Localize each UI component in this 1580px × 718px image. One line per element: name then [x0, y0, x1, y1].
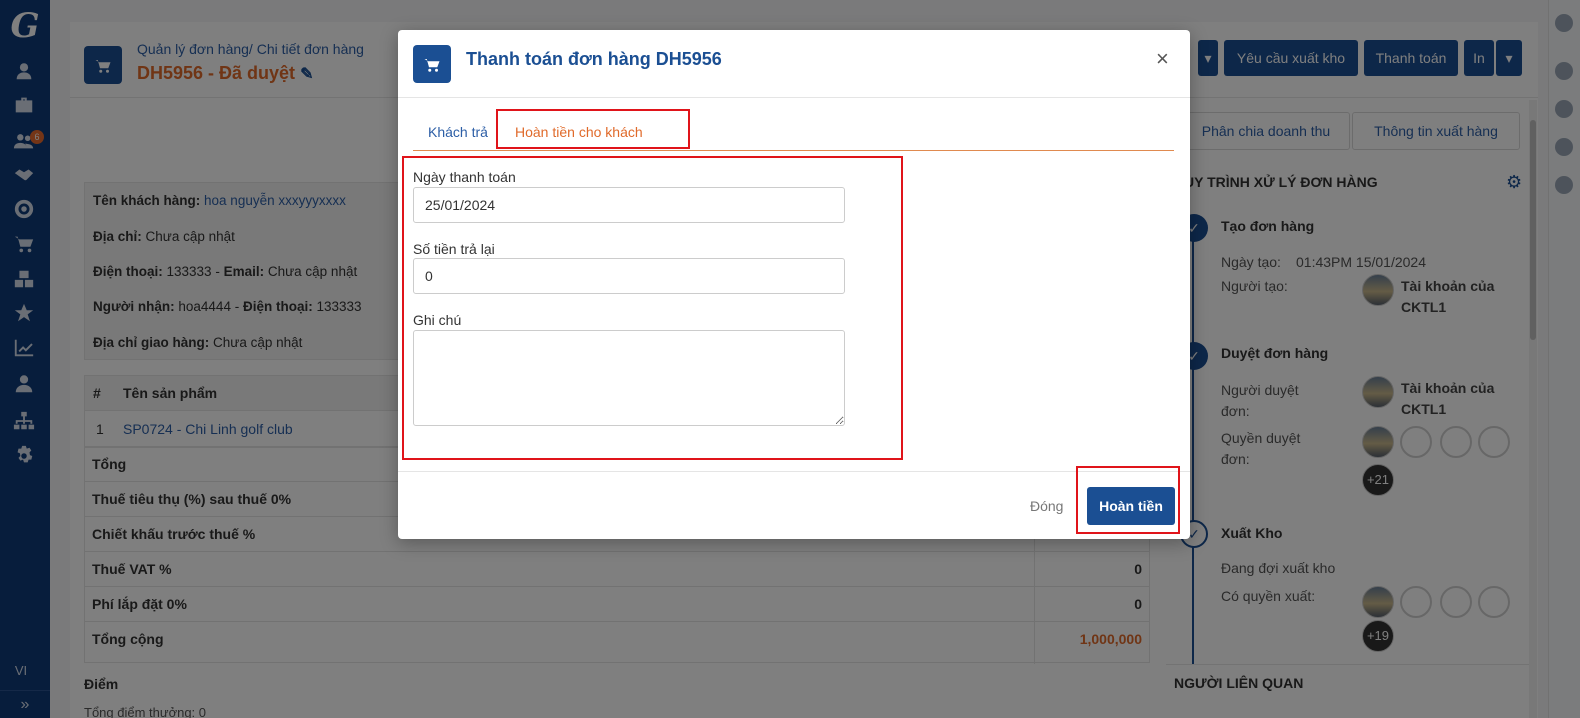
close-icon[interactable]: × — [1156, 46, 1169, 72]
highlight-box-refund-button — [1076, 466, 1180, 534]
note-textarea[interactable] — [413, 330, 845, 426]
modal-title: Thanh toán đơn hàng DH5956 — [466, 49, 722, 69]
payment-modal: Thanh toán đơn hàng DH5956 × Khách trả H… — [398, 30, 1190, 539]
tab-customer-pays[interactable]: Khách trả — [428, 124, 488, 140]
cart-icon — [413, 45, 451, 83]
note-label: Ghi chú — [413, 312, 462, 328]
payment-date-input[interactable] — [413, 187, 845, 223]
amount-label: Số tiền trả lại — [413, 241, 495, 257]
close-button[interactable]: Đóng — [1030, 498, 1063, 514]
refund-amount-input[interactable] — [413, 258, 845, 294]
modal-footer: Đóng Hoàn tiền — [398, 471, 1190, 539]
date-label: Ngày thanh toán — [413, 169, 516, 185]
highlight-box-tab — [496, 109, 690, 149]
modal-header: Thanh toán đơn hàng DH5956 × — [398, 30, 1190, 98]
